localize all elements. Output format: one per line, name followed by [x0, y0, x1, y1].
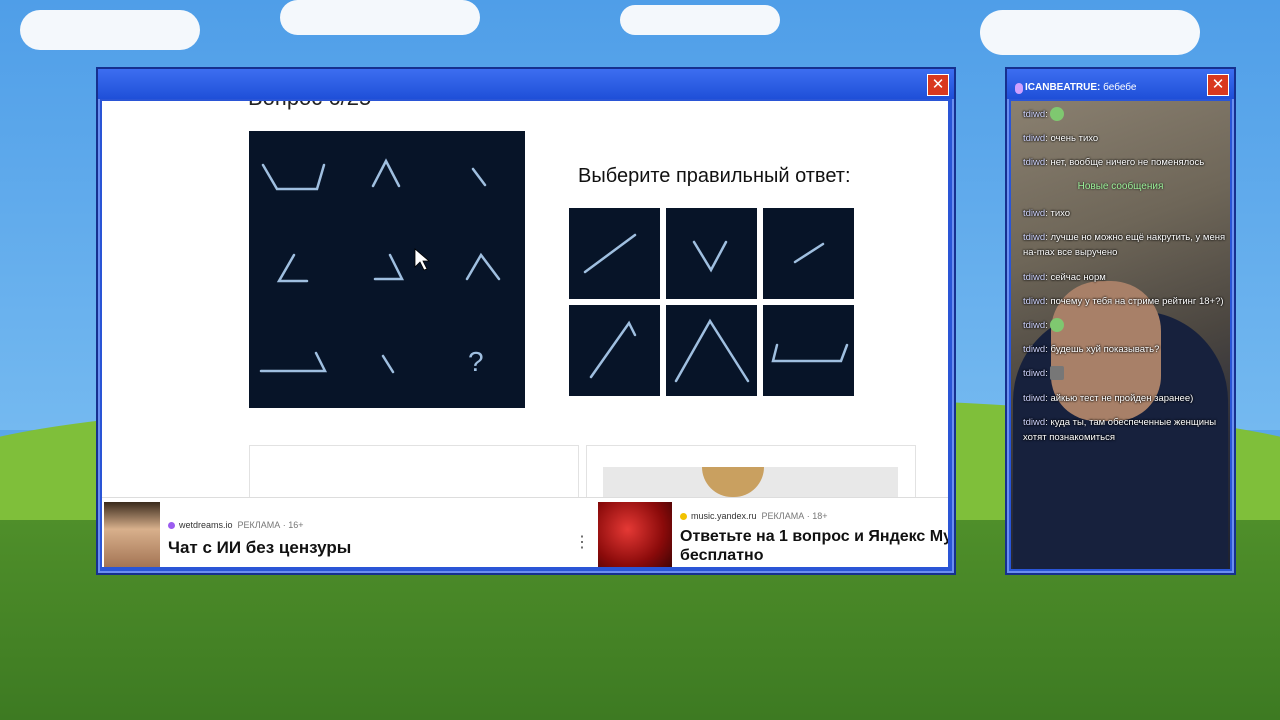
chat-message: tdiwd: тихо [1023, 208, 1071, 219]
microphone-icon [1015, 83, 1023, 94]
new-messages-divider: Новые сообщения [1077, 181, 1164, 192]
ad-item-1[interactable]: wetdreams.io РЕКЛАМА · 16+ Чат с ИИ без … [104, 502, 590, 567]
ad-source-icon [168, 522, 175, 530]
figure-1 [261, 163, 326, 191]
chat-username: tdiwd [1023, 320, 1046, 331]
chat-title: ICANBEATRUE: бебебе [1025, 82, 1136, 93]
chat-text: почему у тебя на стриме рейтинг 18+?) [1050, 296, 1224, 307]
ad-source: music.yandex.ru РЕКЛАМА · 18+ [680, 511, 827, 521]
chat-message: tdiwd: [1023, 107, 1228, 122]
chat-message: tdiwd: лучше но можно ещё накрутить, у м… [1023, 232, 1226, 243]
chat-message: tdiwd: [1023, 366, 1228, 381]
chat-username: tdiwd [1023, 133, 1046, 144]
chat-title-user: ICANBEATRUE: [1025, 82, 1101, 93]
ad-title: Ответьте на 1 вопрос и Яндекс Музыка [680, 528, 948, 545]
puzzle-matrix: ? [249, 131, 525, 408]
chat-message: tdiwd: айкью тест не пройден заранее) [1023, 393, 1194, 404]
puzzle-figures: ? [259, 158, 501, 377]
answer-option-2[interactable] [666, 208, 757, 299]
ad-source-name: music.yandex.ru [691, 511, 757, 521]
chat-username: tdiwd [1023, 157, 1046, 168]
chat-message: tdiwd: [1023, 318, 1228, 333]
figure-8 [381, 354, 395, 374]
chat-message: tdiwd: сейчас норм [1023, 272, 1106, 283]
chat-text: куда ты, там обеспеченные женщины [1050, 417, 1217, 428]
ad-banner: wetdreams.io РЕКЛАМА · 16+ Чат с ИИ без … [102, 497, 948, 567]
answer-prompt: Выберите правильный ответ: [578, 165, 851, 187]
smile-emoji-icon [1050, 107, 1065, 122]
figure-5 [373, 253, 405, 281]
answer-option-3[interactable] [763, 208, 854, 299]
chat-close-button[interactable]: ✕ [1207, 74, 1229, 96]
chat-username: tdiwd [1023, 344, 1046, 355]
chat-username: tdiwd [1023, 368, 1046, 379]
chat-message: tdiwd: куда ты, там обеспеченные женщины [1023, 417, 1217, 428]
window-titlebar[interactable] [98, 69, 954, 99]
chat-username: tdiwd [1023, 417, 1046, 428]
ad-tag: РЕКЛАМА · 16+ [237, 520, 304, 530]
quiz-window: ✕ Вопрос 6/25 ? Выберите правильный отве [96, 67, 956, 575]
cloud [20, 10, 200, 50]
question-mark: ? [468, 346, 484, 377]
chat-message-continued: на-max все выручено [1023, 245, 1228, 260]
chat-message-continued: хотят познакомиться [1023, 430, 1228, 445]
figure-7 [259, 351, 328, 373]
chat-text: хотят познакомиться [1023, 432, 1115, 443]
chat-username: tdiwd [1023, 232, 1046, 243]
close-button[interactable]: ✕ [927, 74, 949, 96]
figure-6 [465, 252, 501, 281]
ad-source-icon [680, 513, 687, 521]
chat-username: tdiwd [1023, 272, 1046, 283]
chat-title-text: бебебе [1103, 82, 1137, 93]
cloud [980, 10, 1200, 55]
figure-2 [371, 158, 401, 188]
chat-text: тихо [1050, 208, 1071, 219]
ad-source-name: wetdreams.io [179, 520, 233, 530]
ad-thumbnail [598, 502, 672, 567]
chat-username: tdiwd [1023, 208, 1046, 219]
chat-username: tdiwd [1023, 296, 1046, 307]
answer-option-6[interactable] [763, 305, 854, 396]
chat-message: tdiwd: почему у тебя на стриме рейтинг 1… [1023, 296, 1224, 307]
ad-tag: РЕКЛАМА · 18+ [761, 511, 828, 521]
chat-window: ICANBEATRUE: бебебе ✕ tdiwd: tdiwd: очен… [1005, 67, 1236, 575]
ad-item-2[interactable]: music.yandex.ru РЕКЛАМА · 18+ Ответьте н… [598, 502, 948, 567]
chat-text: будешь хуй показывать? [1050, 344, 1160, 355]
more-options-icon[interactable]: ⋮ [574, 532, 590, 552]
webcam-feed: tdiwd: tdiwd: очень тихо tdiwd: нет, воо… [1011, 101, 1230, 569]
chat-username: tdiwd [1023, 109, 1046, 120]
answer-option-5[interactable] [666, 305, 757, 396]
chat-username: tdiwd [1023, 393, 1046, 404]
chat-text: на-max все выручено [1023, 247, 1118, 258]
chat-text: айкью тест не пройден заранее) [1050, 393, 1194, 404]
ad-thumbnail [104, 502, 160, 567]
ad-title: Чат с ИИ без цензуры [168, 538, 352, 557]
chat-message: tdiwd: нет, вообще ничего не поменялось [1023, 157, 1205, 168]
smile-emoji-icon [1050, 318, 1065, 333]
chat-message: tdiwd: очень тихо [1023, 133, 1099, 144]
ad-source: wetdreams.io РЕКЛАМА · 16+ [168, 520, 303, 530]
question-title: Вопрос 6/25 [248, 101, 371, 111]
cursor-icon [414, 248, 431, 271]
figure-4 [276, 253, 309, 283]
chat-text: лучше но можно ещё накрутить, у меня [1050, 232, 1226, 243]
cloud [620, 5, 780, 35]
cloud [280, 0, 480, 35]
answer-option-4[interactable] [569, 305, 660, 396]
chat-text: очень тихо [1050, 133, 1099, 144]
ad-title-line2: бесплатно [680, 547, 764, 564]
figure-3 [471, 167, 487, 187]
answer-option-1[interactable] [569, 208, 660, 299]
chat-text: нет, вообще ничего не поменялось [1050, 157, 1205, 168]
chat-message: tdiwd: будешь хуй показывать? [1023, 344, 1160, 355]
face-emoji-icon [1050, 366, 1065, 381]
chat-text: сейчас норм [1050, 272, 1106, 283]
answer-grid [569, 208, 856, 398]
browser-content: Вопрос 6/25 ? Выберите правильный ответ: [102, 101, 948, 567]
